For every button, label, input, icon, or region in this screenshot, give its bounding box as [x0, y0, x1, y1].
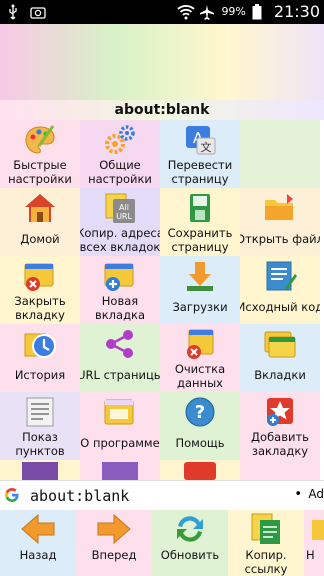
save-page-icon: [183, 192, 217, 224]
status-bar: 99% 21:30: [0, 0, 324, 24]
menu-item-history[interactable]: История: [0, 324, 80, 392]
menu-item-label: Копир. адреса всех вкладок: [80, 226, 160, 254]
url-input[interactable]: about:blank: [30, 487, 129, 505]
toolbar-label: Обновить: [160, 548, 220, 562]
open-folder-icon: [263, 192, 297, 224]
source-code-icon: [263, 260, 297, 292]
menu-item-save-page[interactable]: Сохранить страницу: [160, 188, 240, 256]
menu-item-new-tab[interactable]: Новая вкладка: [80, 256, 160, 324]
camera-icon: [30, 4, 46, 20]
menu-item-add-bookmark[interactable]: Добавить закладку: [240, 392, 320, 460]
menu-item-label: Новая вкладка: [94, 294, 146, 322]
menu-item-show-items[interactable]: Показ пунктов: [0, 392, 80, 460]
help-icon: ?: [183, 396, 217, 428]
menu-item-label: URL страницы: [80, 368, 160, 382]
menu-item-label: Быстрые настройки: [8, 158, 72, 186]
menu-item-label: Общие настройки: [88, 158, 152, 186]
battery-icon: [252, 3, 268, 20]
search-engine-icon: [4, 487, 20, 507]
toolbar-label: Назад: [19, 548, 57, 562]
refresh-icon: [172, 512, 208, 546]
menu-item-page-url[interactable]: URL страницы: [80, 324, 160, 392]
next-icon: [310, 512, 324, 546]
translate-icon: A文: [183, 124, 217, 156]
back-arrow-icon: [20, 512, 56, 546]
refresh-button[interactable]: Обновить: [152, 510, 228, 576]
menu-item-label: Домой: [20, 232, 60, 246]
menu-item-help[interactable]: ? Помощь: [160, 392, 240, 460]
menu-item-translate[interactable]: A文 Перевести страницу: [160, 120, 240, 188]
forward-button[interactable]: Вперед: [76, 510, 152, 576]
menu-item-partial: [240, 460, 320, 480]
page-content-area: [0, 24, 324, 100]
toolbar-label: Н: [306, 548, 315, 562]
about-icon: [103, 396, 137, 428]
dot-icon: •: [294, 487, 302, 502]
menu-item-partial: [0, 460, 80, 480]
close-tab-icon: [23, 260, 57, 292]
add-button[interactable]: Ad: [308, 487, 324, 501]
copy-link-button[interactable]: Копир. ссылку: [228, 510, 304, 576]
menu-item-label: Загрузки: [172, 300, 228, 314]
toolbar-label: Вперед: [91, 548, 137, 562]
menu-item-general-settings[interactable]: Общие настройки: [80, 120, 160, 188]
menu-item-open-file[interactable]: Открыть файл: [240, 188, 320, 256]
menu-item-quick-settings[interactable]: Быстрые настройки: [0, 120, 80, 188]
back-button[interactable]: Назад: [0, 510, 76, 576]
menu-item-label: Очистка данных: [174, 362, 226, 390]
tabs-icon: [263, 328, 297, 360]
svg-text:?: ?: [195, 402, 205, 423]
svg-text:All: All: [119, 203, 129, 212]
svg-text:URL: URL: [116, 212, 132, 221]
address-bar[interactable]: about:blank • Ad: [0, 480, 324, 512]
palette-icon: [23, 124, 57, 156]
menu-item-clear-data[interactable]: Очистка данных: [160, 324, 240, 392]
battery-percent: 99%: [221, 5, 246, 18]
show-items-icon: [23, 396, 57, 428]
menu-item-partial: [160, 460, 240, 480]
menu-item-about[interactable]: О программе: [80, 392, 160, 460]
menu-item-partial: [80, 460, 160, 480]
menu-item-label: Показ пунктов: [15, 430, 65, 458]
menu-item-label: История: [14, 368, 66, 382]
copy-link-icon: [248, 512, 284, 546]
toolbar-label: Копир. ссылку: [244, 548, 288, 576]
history-icon: [23, 328, 57, 360]
menu-item-label: Вкладки: [254, 368, 306, 382]
share-icon: [103, 328, 137, 360]
menu-item-close-tab[interactable]: Закрыть вкладку: [0, 256, 80, 324]
add-bookmark-icon: [263, 396, 297, 428]
menu-item-copy-all-urls[interactable]: All URL Копир. адреса всех вкладок: [80, 188, 160, 256]
menu-item-tabs[interactable]: Вкладки: [240, 324, 320, 392]
wifi-icon: [177, 4, 196, 20]
clock: 21:30: [273, 2, 320, 21]
menu-item-home[interactable]: Домой: [0, 188, 80, 256]
svg-text:文: 文: [201, 140, 212, 154]
menu-item-label: Помощь: [175, 436, 225, 450]
menu-item-label: О программе: [80, 436, 160, 450]
next-button[interactable]: Н: [304, 510, 324, 576]
home-icon: [23, 192, 57, 224]
menu-item-label: Закрыть вкладку: [14, 294, 66, 322]
copy-urls-icon: All URL: [103, 192, 137, 224]
airplane-icon: [199, 4, 215, 20]
menu-item-label: Исходный код: [240, 300, 320, 314]
download-icon: [183, 260, 217, 292]
menu-item-label: Открыть файл: [240, 232, 320, 246]
menu-item-label: Сохранить страницу: [167, 226, 233, 254]
menu-item-empty: [240, 120, 320, 188]
new-tab-icon: [103, 260, 137, 292]
menu-item-downloads[interactable]: Загрузки: [160, 256, 240, 324]
page-title: about:blank: [0, 100, 324, 120]
forward-arrow-icon: [96, 512, 132, 546]
menu-item-label: Добавить закладку: [251, 430, 309, 458]
gears-icon: [103, 124, 137, 156]
menu-item-label: Перевести страницу: [167, 158, 233, 186]
menu-item-source-code[interactable]: Исходный код: [240, 256, 320, 324]
usb-icon: [6, 4, 22, 20]
clear-data-icon: [183, 328, 217, 360]
